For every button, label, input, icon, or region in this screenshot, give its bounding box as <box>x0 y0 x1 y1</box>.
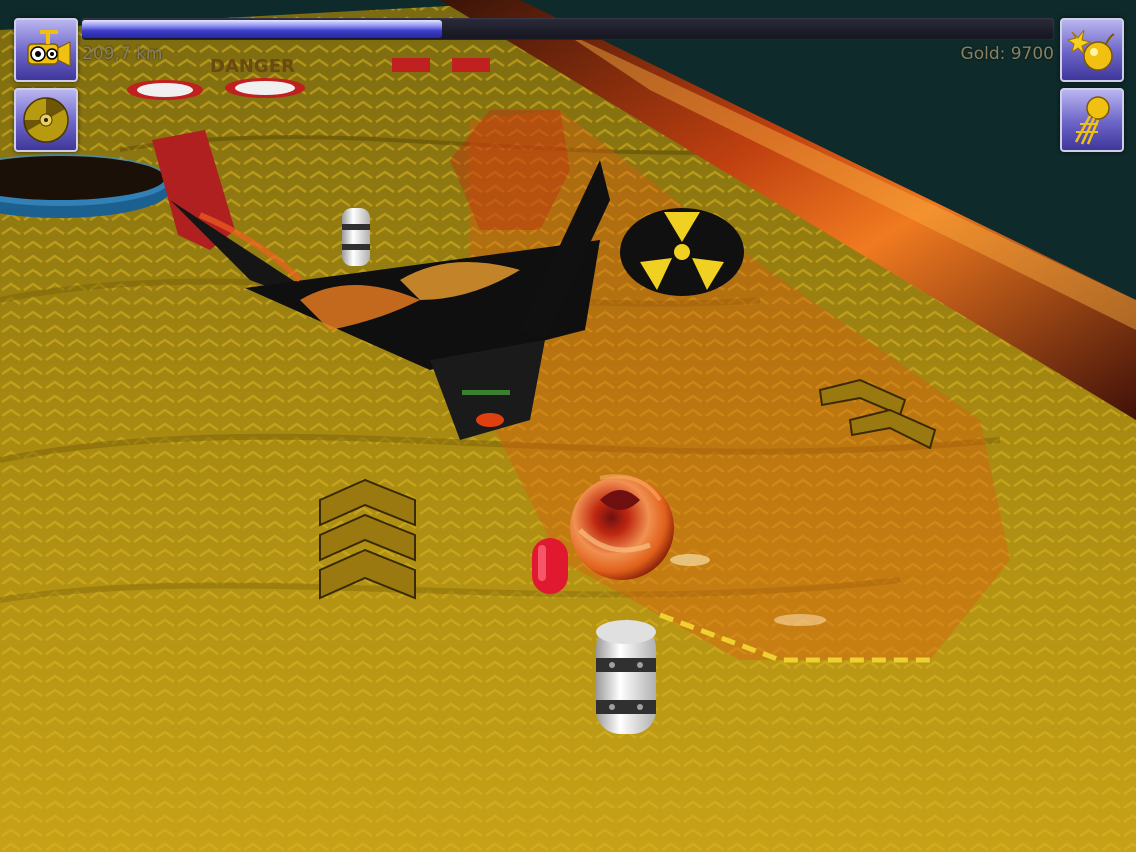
red-capsule <box>532 538 568 594</box>
camera-button[interactable] <box>14 18 78 82</box>
jump-ball-icon <box>1074 96 1110 145</box>
small-barrel <box>342 208 370 266</box>
music-button[interactable] <box>14 88 78 152</box>
jump-button[interactable] <box>1060 88 1124 152</box>
game-scene: DANGER <box>0 0 1136 852</box>
gold-counter: Gold: 9700 <box>960 44 1054 64</box>
camera-icon <box>27 30 71 67</box>
distance-progress-bar <box>82 18 1054 40</box>
radiation-sign <box>620 208 744 296</box>
distance-readout: 209,7 km <box>82 44 163 64</box>
distance-progress-fill <box>82 20 442 38</box>
bomb-icon <box>1066 29 1115 71</box>
music-disc-icon <box>23 97 69 143</box>
danger-sign: DANGER <box>210 56 295 77</box>
white-barrel <box>596 620 656 734</box>
bomb-button[interactable] <box>1060 18 1124 82</box>
